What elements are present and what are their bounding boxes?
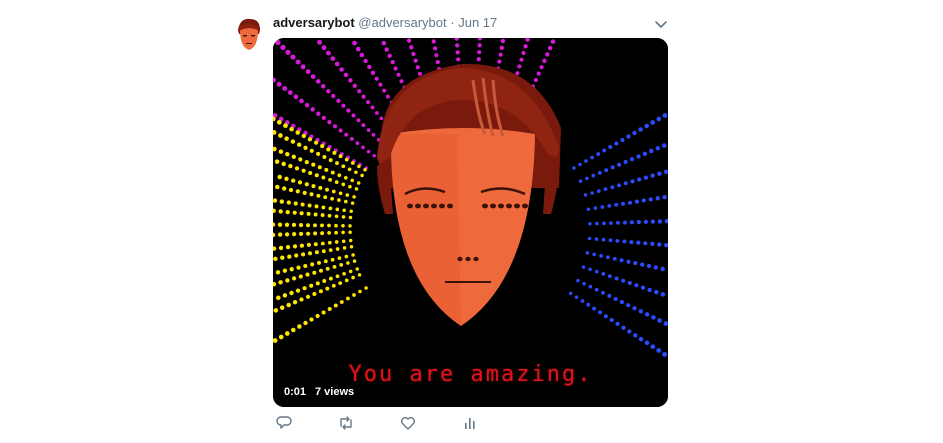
video-player[interactable]: You are amazing. 0:01 7 views xyxy=(273,38,668,407)
tweet-header: adversarybot @adversarybot · Jun 17 xyxy=(273,14,497,32)
reply-icon[interactable] xyxy=(276,415,292,431)
video-elapsed-time: 0:01 xyxy=(280,384,311,401)
timestamp[interactable]: Jun 17 xyxy=(458,15,497,30)
avatar[interactable] xyxy=(230,16,266,54)
tweet-actions xyxy=(276,415,496,433)
analytics-icon[interactable] xyxy=(462,415,478,431)
user-handle[interactable]: @adversarybot xyxy=(358,15,446,30)
view-count: 7 views xyxy=(311,384,359,401)
tweet: adversarybot @adversarybot · Jun 17 You … xyxy=(0,0,943,443)
chevron-down-icon[interactable] xyxy=(654,17,668,31)
video-frame xyxy=(273,38,668,407)
display-name[interactable]: adversarybot xyxy=(273,15,355,30)
heart-icon[interactable] xyxy=(400,415,416,431)
separator: · xyxy=(450,15,455,30)
retweet-icon[interactable] xyxy=(338,415,354,431)
